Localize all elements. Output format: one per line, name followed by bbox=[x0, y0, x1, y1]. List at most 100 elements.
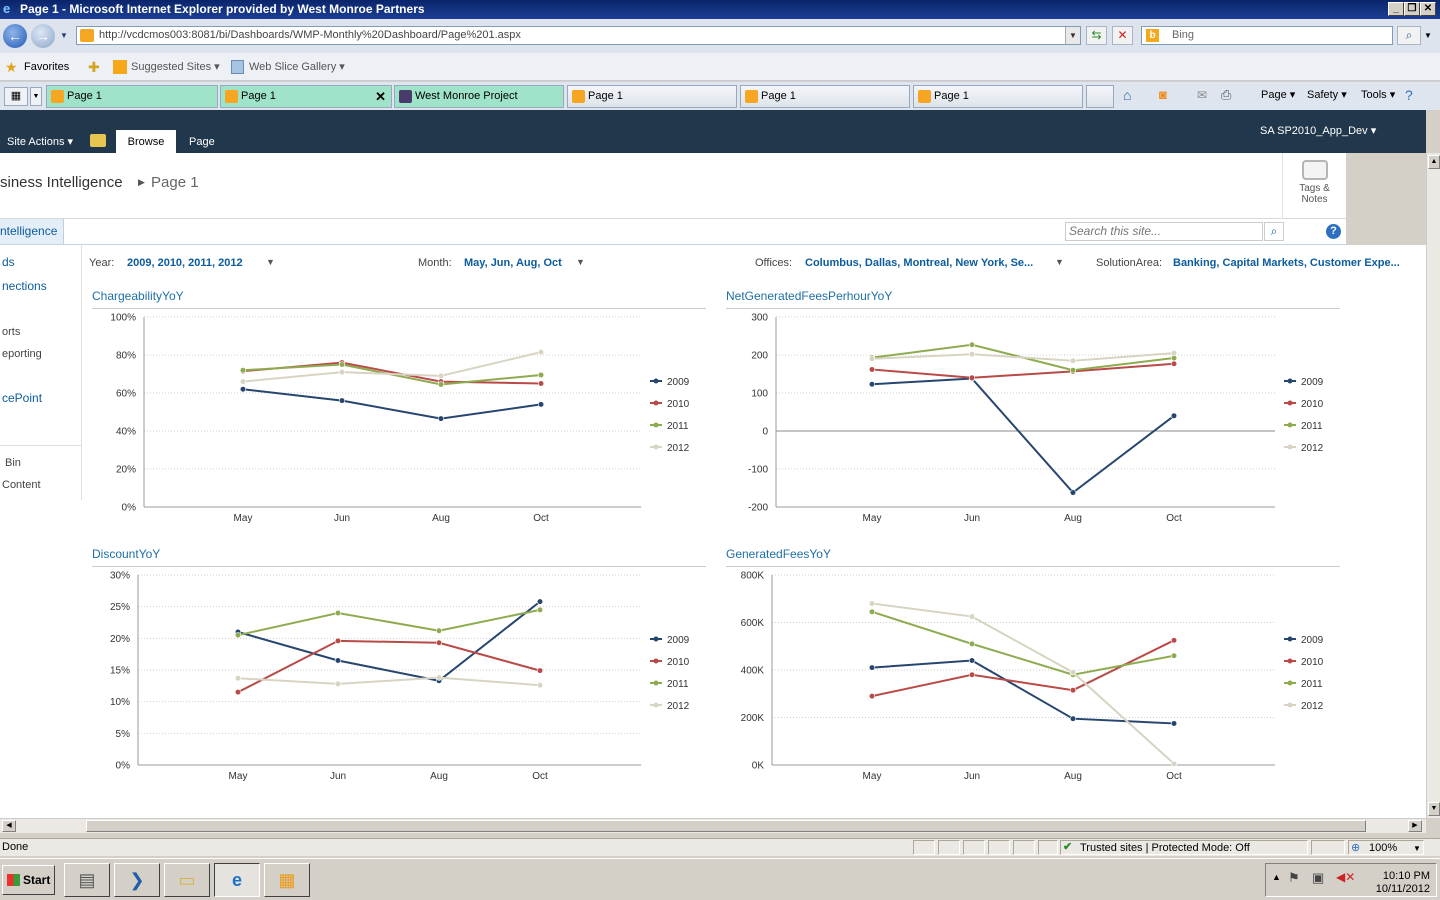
window-title-bar[interactable]: e Page 1 - Microsoft Internet Explorer p… bbox=[0, 0, 1440, 19]
internet-explorer-icon[interactable]: e bbox=[214, 863, 260, 897]
network-icon[interactable]: ▣ bbox=[1312, 870, 1324, 886]
stop-icon[interactable]: ✕ bbox=[1112, 26, 1133, 45]
vertical-scrollbar[interactable]: ▲ ▼ bbox=[1426, 153, 1440, 818]
close-tab-icon[interactable]: ✕ bbox=[375, 86, 386, 107]
y-tick-label: 10% bbox=[110, 697, 130, 708]
sharepoint-help-icon[interactable]: ? bbox=[1326, 224, 1341, 239]
server-manager-icon[interactable]: ▤ bbox=[64, 863, 110, 897]
year-dropdown-icon[interactable]: ▼ bbox=[266, 257, 275, 267]
all-site-content-link[interactable]: Content bbox=[2, 479, 41, 491]
series-line-2010 bbox=[237, 639, 541, 694]
sharepoint-ribbon: Site Actions ▾ Browse Page SA SP2010_App… bbox=[0, 110, 1426, 153]
site-actions-menu[interactable]: Site Actions ▾ bbox=[7, 135, 73, 148]
solution-area-filter-value[interactable]: Banking, Capital Markets, Customer Expe.… bbox=[1173, 257, 1400, 269]
search-input[interactable]: b Bing bbox=[1141, 26, 1393, 45]
new-tab-button[interactable] bbox=[1086, 85, 1114, 108]
data-point-2011 bbox=[435, 627, 443, 634]
horizontal-scrollbar[interactable]: ◀ ▶ bbox=[0, 818, 1426, 833]
quick-tabs-icon[interactable]: ▦ bbox=[4, 87, 28, 106]
quick-launch-item[interactable]: eporting bbox=[2, 348, 42, 360]
data-point-2009 bbox=[537, 401, 545, 408]
address-dropdown-icon[interactable]: ▼ bbox=[1065, 27, 1080, 44]
month-dropdown-icon[interactable]: ▼ bbox=[576, 257, 585, 267]
quick-launch-item[interactable]: ds bbox=[2, 255, 15, 269]
dashboard-app-icon[interactable]: ▦ bbox=[264, 863, 310, 897]
tools-menu[interactable]: Tools ▾ bbox=[1361, 82, 1395, 108]
favorites-button[interactable]: Favorites bbox=[24, 53, 69, 81]
top-nav-item-bi[interactable]: ntelligence bbox=[0, 219, 64, 244]
site-search-input[interactable]: Search this site... bbox=[1065, 222, 1263, 241]
scroll-up-icon[interactable]: ▲ bbox=[1428, 155, 1440, 169]
scroll-right-icon[interactable]: ▶ bbox=[1408, 820, 1422, 832]
data-point-2009 bbox=[868, 664, 876, 671]
add-favorite-icon[interactable]: ✚ bbox=[88, 53, 100, 81]
search-go-icon[interactable]: ⌕ bbox=[1397, 26, 1421, 45]
restore-button[interactable]: ❐ bbox=[1404, 2, 1420, 16]
action-center-flag-icon[interactable]: ⚑ bbox=[1288, 870, 1300, 886]
tab-list-dropdown-icon[interactable]: ▼ bbox=[30, 87, 42, 106]
site-search-icon[interactable]: ⌕ bbox=[1264, 222, 1284, 241]
forward-icon[interactable]: → bbox=[31, 24, 55, 48]
minimize-button[interactable]: _ bbox=[1388, 2, 1404, 16]
address-input[interactable]: http://vcdcmos003:8081/bi/Dashboards/WMP… bbox=[76, 26, 1081, 45]
close-window-button[interactable]: ✕ bbox=[1420, 2, 1436, 16]
recycle-bin-link[interactable]: Bin bbox=[5, 457, 21, 469]
history-dropdown-icon[interactable]: ▼ bbox=[60, 31, 68, 40]
tab-6[interactable]: Page 1 bbox=[913, 85, 1083, 108]
search-options-icon[interactable]: ▼ bbox=[1424, 31, 1432, 40]
y-tick-label: 15% bbox=[110, 666, 130, 677]
quick-launch-item[interactable]: cePoint bbox=[2, 391, 42, 405]
legend-marker-2012 bbox=[653, 444, 659, 450]
tab-browse[interactable]: Browse bbox=[116, 130, 176, 153]
page-tab-icon bbox=[51, 90, 64, 103]
powershell-icon[interactable]: ❯ bbox=[114, 863, 160, 897]
y-tick-label: 100 bbox=[751, 389, 768, 400]
security-zone[interactable]: ✔ Trusted sites | Protected Mode: Off bbox=[1060, 840, 1308, 855]
tab-1[interactable]: Page 1 bbox=[46, 85, 218, 108]
page-title: Page 1 bbox=[151, 174, 199, 191]
help-icon[interactable]: ? bbox=[1405, 82, 1413, 108]
y-tick-label: 5% bbox=[116, 729, 131, 740]
read-mail-icon[interactable]: ✉ bbox=[1197, 82, 1207, 108]
home-icon[interactable]: ⌂ bbox=[1123, 82, 1131, 108]
tags-notes-button[interactable]: Tags & Notes bbox=[1282, 153, 1346, 219]
year-filter-value[interactable]: 2009, 2010, 2011, 2012 bbox=[127, 257, 243, 269]
offices-filter-value[interactable]: Columbus, Dallas, Montreal, New York, Se… bbox=[805, 257, 1033, 269]
navigate-up-icon[interactable] bbox=[90, 134, 106, 147]
quick-launch-item[interactable]: orts bbox=[2, 326, 20, 338]
scroll-left-icon[interactable]: ◀ bbox=[2, 820, 16, 832]
y-tick-label: 20% bbox=[116, 465, 136, 476]
user-menu[interactable]: SA SP2010_App_Dev ▾ bbox=[1260, 124, 1376, 137]
show-hidden-icons[interactable]: ▲ bbox=[1272, 872, 1281, 882]
horizontal-scroll-thumb[interactable] bbox=[86, 820, 1366, 832]
data-point-2011 bbox=[1069, 367, 1077, 374]
explorer-folder-icon[interactable]: ▭ bbox=[164, 863, 210, 897]
feeds-icon[interactable]: ◙ bbox=[1159, 82, 1167, 108]
tab-3[interactable]: West Monroe Project bbox=[394, 85, 564, 108]
protected-mode-icon[interactable] bbox=[1311, 840, 1345, 855]
back-icon[interactable]: ← bbox=[3, 24, 27, 48]
tab-page[interactable]: Page bbox=[189, 136, 215, 148]
offices-dropdown-icon[interactable]: ▼ bbox=[1055, 257, 1064, 267]
volume-muted-icon[interactable]: ◀✕ bbox=[1336, 870, 1355, 884]
chart-title-discount: DiscountYoY bbox=[92, 547, 161, 561]
tab-5[interactable]: Page 1 bbox=[740, 85, 910, 108]
zoom-control[interactable]: ⊕ 100% ▼ bbox=[1348, 840, 1424, 855]
tab-2[interactable]: Page 1 ✕ bbox=[220, 85, 392, 108]
refresh-icon[interactable]: ⇆ bbox=[1086, 26, 1107, 45]
scroll-down-icon[interactable]: ▼ bbox=[1428, 802, 1440, 816]
tab-4[interactable]: Page 1 bbox=[567, 85, 737, 108]
breadcrumb-site-link[interactable]: siness Intelligence bbox=[0, 174, 123, 191]
start-button[interactable]: Start bbox=[2, 865, 55, 895]
web-slice-gallery-link[interactable]: Web Slice Gallery ▾ bbox=[249, 53, 345, 81]
safety-menu[interactable]: Safety ▾ bbox=[1307, 82, 1347, 108]
page-tab-icon bbox=[572, 90, 585, 103]
page-menu[interactable]: Page ▾ bbox=[1261, 82, 1295, 108]
print-icon[interactable]: ⎙ bbox=[1221, 82, 1231, 108]
suggested-sites-link[interactable]: Suggested Sites ▾ bbox=[131, 53, 220, 81]
quick-launch-item[interactable]: nections bbox=[2, 279, 47, 293]
month-filter-value[interactable]: May, Jun, Aug, Oct bbox=[464, 257, 562, 269]
data-point-2010 bbox=[1170, 360, 1178, 367]
clock[interactable]: 10:10 PM 10/11/2012 bbox=[1376, 870, 1430, 896]
zoom-dropdown-icon[interactable]: ▼ bbox=[1413, 840, 1421, 857]
